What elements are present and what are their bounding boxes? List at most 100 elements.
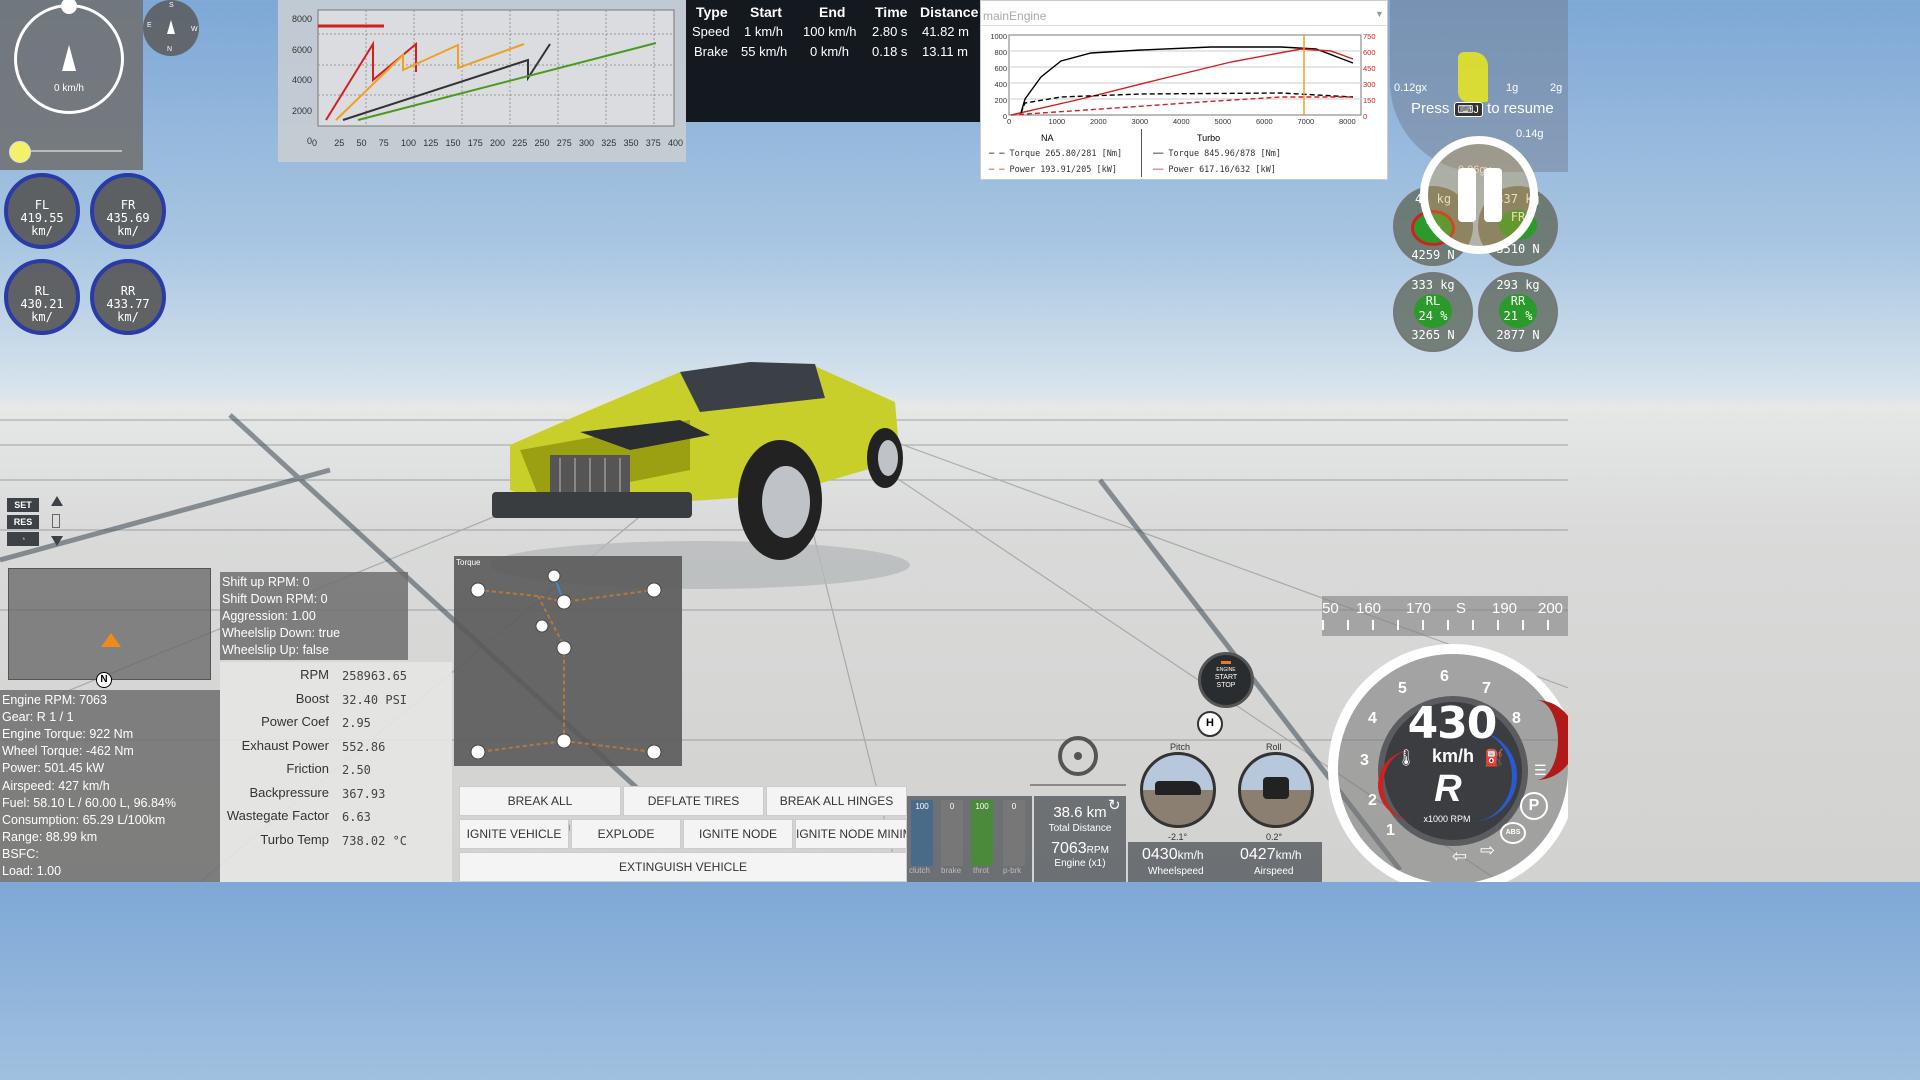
paused-banner: Press ⌨J to resume <box>1411 100 1554 117</box>
press-text: Press <box>1411 100 1450 117</box>
x-tick-label: 75 <box>378 138 389 148</box>
explode-vehicle-button[interactable]: EXPLODE VEHICLE <box>571 819 681 869</box>
engine-x-tick: 0 <box>1007 117 1012 126</box>
load-rl-circle: RL 24 % <box>1414 294 1452 328</box>
steering-hub <box>1074 752 1082 760</box>
wheelspeed-unit: km/h <box>1177 848 1204 862</box>
wheelspeed-readout: 0430km/h <box>1142 846 1204 864</box>
pitch-car-icon <box>1155 781 1201 795</box>
engine-y-right-tick: 750 <box>1363 32 1376 41</box>
turbo-stat-value: 2.95 <box>342 716 371 730</box>
airspeed-value: 0427 <box>1240 846 1276 863</box>
x-tick-label: 375 <box>645 138 661 148</box>
tape-160: 160 <box>1356 600 1382 617</box>
drivetrain-diagram <box>470 569 662 760</box>
cruise-res-button[interactable]: RES <box>7 515 39 529</box>
turbo-stat-label: Turbo Temp <box>260 831 329 847</box>
engine-x-tick: 5000 <box>1214 117 1232 126</box>
ignite-node-button[interactable]: IGNITE NODE <box>683 819 793 849</box>
minimap-north: N <box>96 672 112 688</box>
ignite-node-min-button[interactable]: IGNITE NODE MINIM <box>795 819 907 849</box>
deflate-tires-button[interactable]: DEFLATE TIRES <box>623 786 764 816</box>
engine-curve-panel: mainEngine ▼ 1000 800 600 400 200 0 750 600 450… <box>980 0 1388 180</box>
gforce-trace <box>1458 52 1488 102</box>
engine-info-line: Airspeed: 427 km/h <box>2 778 110 793</box>
x-tick-label: 25 <box>334 138 345 148</box>
engine-y-left-tick: 800 <box>994 48 1007 57</box>
speeds-bar: 0430km/h Wheelspeed 0427km/h Airspeed <box>1128 842 1322 882</box>
engine-info-line: Load: 1.00 <box>2 864 62 878</box>
break-breakgroups-button[interactable]: BREAK ALL BREAKGROUPS <box>459 786 621 836</box>
turbo-stat-value: 32.40 PSI <box>342 692 408 707</box>
na-title: NA <box>1041 133 1054 143</box>
cruise-up-icon[interactable] <box>51 496 63 506</box>
cruise-down-icon[interactable] <box>51 536 63 546</box>
y-tick-label: 6000 <box>291 44 312 55</box>
pedal-brake-value: 0 <box>949 802 955 811</box>
engine-y-left-tick: 400 <box>994 80 1007 89</box>
shift-chart-y-axis: 8000 6000 4000 2000 0 <box>282 4 312 157</box>
engine-rpm-readout: 7063RPM <box>1034 840 1126 858</box>
vehicle-render <box>490 362 910 589</box>
break-hinges-button[interactable]: BREAK ALL HINGES <box>766 786 907 816</box>
transmission-line: Aggression: 1.00 <box>222 609 316 623</box>
pedal-panel: 100 clutch 0 brake 100 throt 0 p-brk <box>907 796 1032 882</box>
gforce-label-gx: 0.12gx <box>1394 82 1428 94</box>
roll-value: 0.2° <box>1266 832 1283 842</box>
wheel-node-rl <box>470 744 486 760</box>
rpm-scale-label: x1000 RPM <box>1423 814 1471 824</box>
airspeed-unit: km/h <box>1275 848 1302 862</box>
engine-chart-y-right: 750 600 450 300 150 0 <box>1363 29 1387 125</box>
engine-button-line1: ENGINE <box>1216 667 1236 673</box>
engine-x-tick: 7000 <box>1297 117 1315 126</box>
engine-start-stop-button[interactable]: ENGINE START STOP <box>1198 652 1254 708</box>
time-slider-handle[interactable] <box>9 141 31 163</box>
pedal-clutch: 100 <box>911 800 933 866</box>
engine-rpm-label: Engine (x1) <box>1054 858 1106 869</box>
tach-tick-2: 2 <box>1368 792 1377 809</box>
turbo-power-line <box>1010 48 1354 116</box>
pedal-brake: 0 <box>941 800 963 866</box>
steering-wheel-icon <box>1058 736 1098 776</box>
timing-brake-type: Brake <box>694 44 728 59</box>
chevron-down-icon: ▼ <box>1375 9 1384 19</box>
turbo-stat-value: 2.50 <box>342 763 371 777</box>
pitch-label: Pitch <box>1170 742 1191 752</box>
compass-n: N <box>167 46 173 53</box>
timing-header-end: End <box>819 4 846 20</box>
engine-indicator <box>1221 661 1231 664</box>
pedal-throttle-label: throt <box>973 866 990 875</box>
engine-info-line: Engine Torque: 922 Nm <box>2 727 134 742</box>
x-tick-label: 125 <box>423 138 439 148</box>
tape-s: S <box>1456 600 1467 617</box>
y-tick-label: 0 <box>306 136 312 146</box>
pause-icon[interactable] <box>1420 136 1538 254</box>
timing-brake-time: 0.18 s <box>872 44 908 59</box>
attitude-panel: Pitch -2.1° Roll 0.2° 0430km/h Wheelspee… <box>1128 742 1322 882</box>
tach-tick-8: 8 <box>1512 710 1521 727</box>
steering-bar <box>1030 784 1126 786</box>
time-slider-track[interactable] <box>20 150 122 152</box>
speed-unit: km/h <box>1431 746 1474 766</box>
driveshaft-node <box>556 640 572 656</box>
pitch-value: -2.1° <box>1168 832 1188 842</box>
turbo-stat-label: Backpressure <box>249 784 329 800</box>
ignite-vehicle-button[interactable]: IGNITE VEHICLE <box>459 819 569 849</box>
engine-node <box>547 569 561 583</box>
extinguish-vehicle-button[interactable]: EXTINGUISH VEHICLE <box>459 852 907 882</box>
engine-rpm-unit: RPM <box>1086 845 1109 856</box>
wheel-load-rl: 333 kg RL 24 % 3265 N <box>1393 272 1473 352</box>
cruise-set-button[interactable]: SET <box>7 498 39 512</box>
refresh-icon[interactable]: ↻ <box>1108 796 1121 814</box>
engine-button-line2: START <box>1214 674 1238 681</box>
timing-header-distance: Distance <box>920 4 979 20</box>
transmission-line: Wheelslip Down: true <box>222 626 341 640</box>
roll-gauge <box>1238 752 1314 828</box>
handbrake-node <box>535 619 549 633</box>
shift-chart-x-axis: 0 25 50 75 100 125 150 175 200 225 250 275 300 325 350… <box>312 138 686 152</box>
wheelspeed-value: 0430 <box>1142 846 1178 863</box>
engine-select[interactable]: mainEngine ▼ <box>981 5 1387 26</box>
heading-arrow-icon <box>62 45 76 71</box>
timing-panel: Type Start End Time Distance Speed 1 km/… <box>686 0 980 122</box>
wheel-fr-value: 435.69 km/ <box>106 211 150 238</box>
